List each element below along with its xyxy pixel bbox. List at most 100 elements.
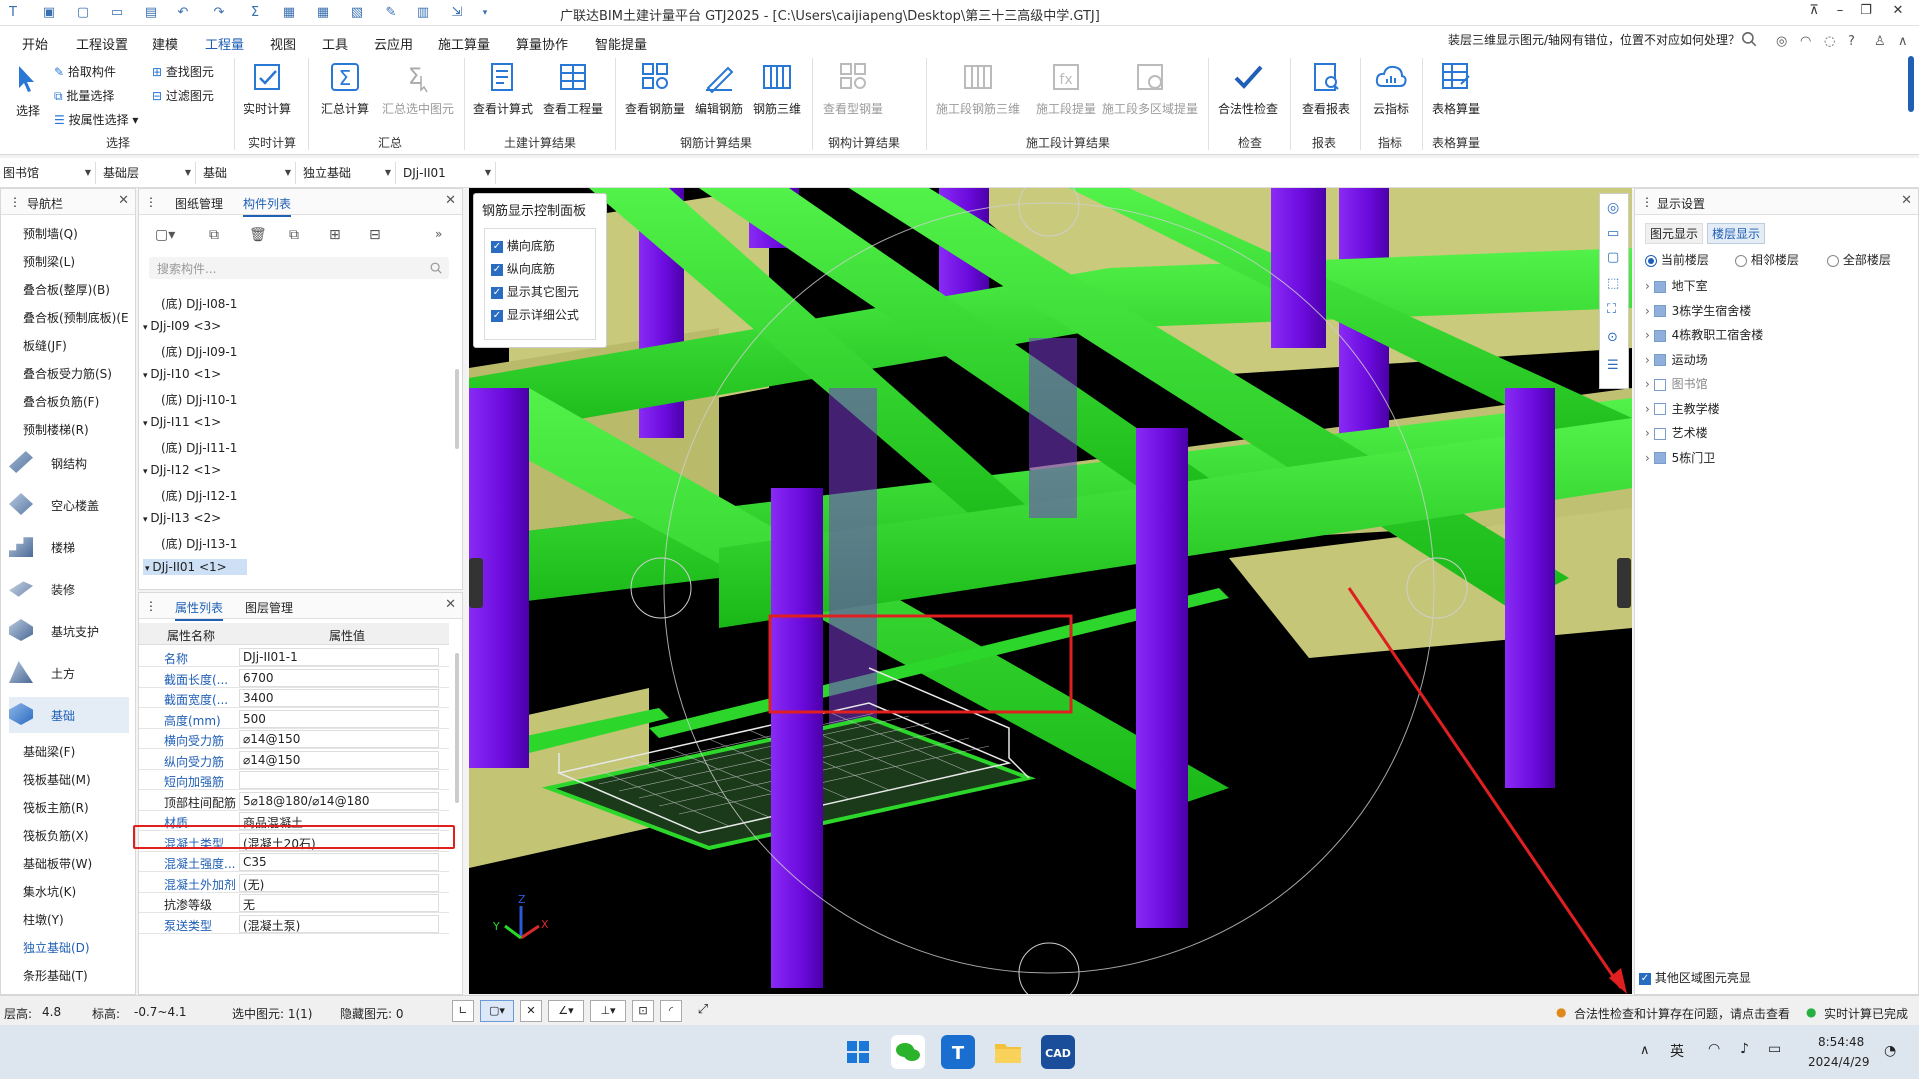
view-report-button[interactable]: 查看报表 <box>1296 60 1356 117</box>
floor-combo[interactable]: 基础层 ▼ <box>100 162 196 184</box>
shirt-icon[interactable]: ♙ <box>1874 34 1886 49</box>
floor-item[interactable]: › 主教学楼 <box>1645 400 1720 417</box>
floor-item[interactable]: › 图书馆 <box>1645 375 1708 392</box>
summary-selected-button[interactable]: Σ 汇总选中图元 <box>378 60 458 117</box>
property-value[interactable]: (混凝土泵) <box>239 914 439 933</box>
checked-icon[interactable] <box>1653 280 1666 293</box>
wechat-icon[interactable] <box>891 1035 925 1069</box>
close-icon[interactable]: ✕ <box>118 193 129 208</box>
chevron-up-icon[interactable]: ∧ <box>1640 1043 1650 1058</box>
expand-arrow-icon[interactable]: › <box>1645 426 1654 440</box>
checked-icon[interactable] <box>1653 305 1666 317</box>
view-steel-qty-button[interactable]: 查看型钢量 <box>818 60 888 117</box>
tab-drawing-management[interactable]: 图纸管理 <box>175 195 223 212</box>
tree-item[interactable]: ▾ DJj-II01 <1> <box>143 559 247 575</box>
menu-smart-qty[interactable]: 智能提量 <box>595 34 647 53</box>
clock-time[interactable]: 8:54:48 <box>1818 1035 1864 1049</box>
cross-snap-icon[interactable]: ✕ <box>520 1000 542 1022</box>
pin-icon[interactable]: ⊼ <box>1800 3 1828 23</box>
close-icon[interactable]: ✕ <box>1901 193 1912 208</box>
blank-file-icon[interactable]: ▢ <box>74 4 92 22</box>
angle-icon[interactable]: ∠▾ <box>548 1000 584 1022</box>
cloud-index-button[interactable]: 云指标 <box>1364 60 1418 117</box>
property-value[interactable]: 3400 <box>239 689 439 707</box>
right-expand-handle[interactable] <box>1617 558 1631 608</box>
nav-item-precast-wall[interactable]: 预制墙(Q) <box>23 225 78 242</box>
checked-icon[interactable] <box>1653 354 1666 366</box>
copy-icon[interactable]: ⧉ <box>209 227 219 243</box>
collapse-ribbon-icon[interactable]: ∧ <box>1898 34 1908 49</box>
expand-arrow-icon[interactable]: › <box>1645 304 1654 318</box>
nav-group-foundation[interactable]: 基础 <box>9 697 129 733</box>
property-row[interactable]: 名称 DJj-II01-1 <box>139 647 449 667</box>
tree-item[interactable]: (底) DJj-I08-1 <box>161 295 237 312</box>
nav-item-slab-neg-rebar[interactable]: 叠合板负筋(F) <box>23 393 99 410</box>
nav-group-pit-support[interactable]: 基坑支护 <box>9 617 129 647</box>
tree-item[interactable]: (底) DJj-I11-1 <box>161 439 237 456</box>
property-row[interactable]: 顶部柱间配筋 5⌀18@180/⌀14@180 <box>139 791 449 811</box>
focus-icon[interactable]: ⊙ <box>1607 330 1618 345</box>
property-row[interactable]: 抗渗等级 无 <box>139 893 449 913</box>
property-row[interactable]: 截面长度(... 6700 <box>139 668 449 688</box>
menu-tools[interactable]: 工具 <box>322 34 348 53</box>
rebar-icon[interactable]: ▥ <box>414 4 432 22</box>
nav-item-raft-main-rebar[interactable]: 筏板主筋(R) <box>23 799 89 816</box>
pick-component-button[interactable]: ✎ 拾取构件 <box>54 63 116 80</box>
volume-icon[interactable]: ♪ <box>1740 1041 1749 1057</box>
summary-calc-button[interactable]: Σ 汇总计算 <box>318 60 372 117</box>
restore-button[interactable]: ❐ <box>1852 3 1880 23</box>
nav-item-foundation-beam[interactable]: 基础梁(F) <box>23 743 75 760</box>
nav-group-decoration[interactable]: 装修 <box>9 575 129 605</box>
property-row[interactable]: 横向受力筋 ⌀14@150 <box>139 729 449 749</box>
view-rebar-qty-button[interactable]: 查看钢筋量 <box>622 60 688 117</box>
property-row[interactable]: 高度(mm) 500 <box>139 709 449 729</box>
radio-current-floor[interactable]: 当前楼层 <box>1645 251 1709 268</box>
nav-item-precast-beam[interactable]: 预制梁(L) <box>23 253 75 270</box>
floor-item[interactable]: › 地下室 <box>1645 277 1708 294</box>
gtj-app-icon[interactable]: T <box>941 1035 975 1069</box>
expand-arrow-icon[interactable]: › <box>1645 451 1654 465</box>
floor-item[interactable]: › 3栋学生宿舍楼 <box>1645 302 1751 319</box>
nav-item-isolated-foundation[interactable]: 独立基础(D) <box>23 939 90 956</box>
cube-view-icon[interactable]: ⬚ <box>1607 276 1619 291</box>
delete-icon[interactable]: 🗑 <box>249 227 267 243</box>
rebar-3d-button[interactable]: 钢筋三维 <box>748 60 806 117</box>
nav-group-steel[interactable]: 钢结构 <box>9 449 129 479</box>
arc-icon[interactable]: ◜ <box>660 1000 682 1022</box>
filter-icon[interactable]: ⊟ <box>369 227 381 243</box>
table-calc-button[interactable]: 表格算量 <box>1426 60 1486 117</box>
nav-item-raft[interactable]: 筏板基础(M) <box>23 771 91 788</box>
structure-model-3d[interactable]: Z X Y <box>469 188 1632 994</box>
close-button[interactable]: ✕ <box>1884 3 1912 23</box>
nav-group-earthwork[interactable]: 土方 <box>9 659 129 689</box>
checked-icon[interactable] <box>1653 329 1666 342</box>
customize-icon[interactable]: ▾ <box>476 4 494 22</box>
expand-arrow-icon[interactable]: › <box>1645 377 1654 391</box>
tree-item[interactable]: (底) DJj-I13-1 <box>161 535 237 552</box>
cad-app-icon[interactable]: CAD <box>1041 1035 1075 1069</box>
select-by-attr-button[interactable]: ☰ 按属性选择 ▾ <box>54 111 138 128</box>
floor-item[interactable]: › 运动场 <box>1645 351 1708 368</box>
view-formula-button[interactable]: 查看计算式 <box>470 60 536 117</box>
more-icon[interactable]: » <box>435 227 442 241</box>
nav-group-hollow-floor[interactable]: 空心楼盖 <box>9 491 129 521</box>
close-icon[interactable]: ✕ <box>445 597 456 612</box>
battery-icon[interactable]: ▭ <box>1768 1041 1781 1057</box>
property-value[interactable]: 5⌀18@180/⌀14@180 <box>239 791 439 810</box>
new-component-icon[interactable]: ▢▾ <box>155 227 175 243</box>
menu-cloud[interactable]: 云应用 <box>374 34 413 53</box>
tab-layer-management[interactable]: 图层管理 <box>245 599 293 616</box>
unchecked-icon[interactable] <box>1653 403 1666 415</box>
menu-modeling[interactable]: 建模 <box>152 34 178 53</box>
nav-item-strip-foundation[interactable]: 条形基础(T) <box>23 967 88 984</box>
radio-adjacent-floor[interactable]: 相邻楼层 <box>1735 251 1799 268</box>
tree-item[interactable]: ▾ DJj-I10 <1> <box>143 367 221 381</box>
menu-construction-qty[interactable]: 施工算量 <box>438 34 490 53</box>
nav-group-stair[interactable]: 楼梯 <box>9 533 129 563</box>
undo-icon[interactable]: ↶ <box>174 4 192 22</box>
nav-item-precast-stair[interactable]: 预制楼梯(R) <box>23 421 89 438</box>
checkbox-show-formula[interactable]: ✓ 显示详细公式 <box>491 306 579 323</box>
tool-icon[interactable]: ▧ <box>348 4 366 22</box>
expand-arrow-icon[interactable]: › <box>1645 328 1654 342</box>
property-value[interactable]: (无) <box>239 873 439 892</box>
